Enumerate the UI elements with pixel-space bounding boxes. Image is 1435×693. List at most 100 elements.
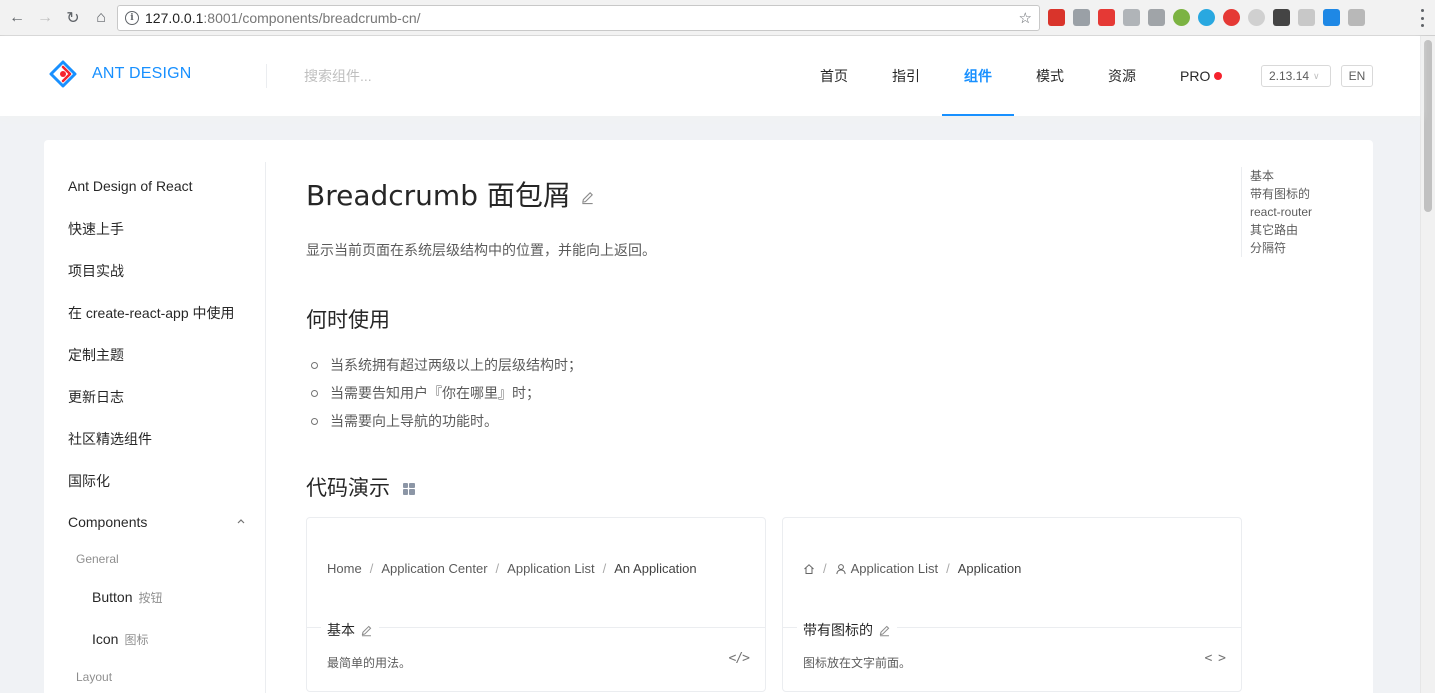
address-bar[interactable]: i 127.0.0.1:8001/components/breadcrumb-c…: [117, 5, 1040, 31]
scrollbar-thumb[interactable]: [1424, 40, 1432, 212]
header-divider: [266, 64, 267, 88]
search-input[interactable]: [304, 64, 564, 88]
bookmark-star-icon[interactable]: ☆: [1019, 9, 1032, 27]
demo-card-basic: Home / Application Center / Application …: [306, 517, 766, 692]
sidebar-item-community[interactable]: 社区精选组件: [68, 429, 152, 449]
toc-link[interactable]: 其它路由: [1250, 221, 1312, 239]
breadcrumb-item[interactable]: Application Center: [381, 561, 487, 576]
extension-icon[interactable]: [1148, 9, 1165, 26]
demo-preview: Home / Application Center / Application …: [307, 518, 765, 628]
sidebar-item-button[interactable]: Button 按钮: [92, 589, 163, 606]
toc-link[interactable]: react-router: [1250, 203, 1312, 221]
extension-icon[interactable]: [1298, 9, 1315, 26]
edit-pencil-icon[interactable]: [580, 190, 595, 205]
menu-item-docs[interactable]: 指引: [870, 36, 942, 116]
sidebar-menu: Ant Design of React 快速上手 项目实战 在 create-r…: [44, 162, 266, 693]
sidebar-item-practical-projects[interactable]: 项目实战: [68, 261, 124, 281]
language-button[interactable]: EN: [1341, 65, 1373, 87]
sidebar-group-layout: Layout: [76, 670, 113, 684]
extension-icon[interactable]: [1273, 9, 1290, 26]
demo-card-with-icon: / Application List / Application 带有图标的 图…: [782, 517, 1242, 692]
menu-item-resources[interactable]: 资源: [1086, 36, 1158, 116]
extension-icon[interactable]: [1223, 9, 1240, 26]
usage-list: 当系统拥有超过两级以上的层级结构时； 当需要告知用户『你在哪里』时； 当需要向上…: [310, 351, 582, 435]
demo-title-text[interactable]: 基本: [327, 620, 355, 640]
section-title-examples-text: 代码演示: [306, 476, 390, 500]
toc-link[interactable]: 基本: [1250, 167, 1312, 185]
sidebar-item-i18n[interactable]: 国际化: [68, 471, 110, 491]
ant-design-logo-icon: [49, 60, 77, 88]
section-title-examples: 代码演示: [306, 472, 416, 502]
extension-icon[interactable]: [1173, 9, 1190, 26]
chevron-up-icon[interactable]: [236, 516, 246, 526]
breadcrumb-item[interactable]: Home: [327, 561, 362, 576]
sidebar-item-icon-cn: 图标: [124, 633, 149, 647]
home-icon[interactable]: ⌂: [90, 7, 112, 29]
menu-item-pro-label: PRO: [1180, 68, 1211, 84]
home-icon[interactable]: [803, 563, 815, 575]
breadcrumb-separator: /: [946, 561, 950, 576]
code-expand-icon[interactable]: < >: [1205, 651, 1227, 666]
url-path: :8001/components/breadcrumb-cn/: [203, 10, 421, 26]
extension-icon[interactable]: [1123, 9, 1140, 26]
sidebar-item-components[interactable]: Components: [68, 514, 147, 530]
browser-menu-icon[interactable]: [1419, 9, 1425, 27]
sidebar-item-ant-design-of-react[interactable]: Ant Design of React: [68, 178, 193, 194]
sidebar-item-customize-theme[interactable]: 定制主题: [68, 345, 124, 365]
extension-icon[interactable]: [1198, 9, 1215, 26]
breadcrumb-separator: /: [823, 561, 827, 576]
extension-icon[interactable]: [1098, 9, 1115, 26]
sidebar-item-getting-started[interactable]: 快速上手: [68, 219, 124, 239]
breadcrumb-separator: /: [369, 561, 374, 576]
breadcrumb-item[interactable]: Application List: [851, 561, 938, 576]
demo-title: 带有图标的: [797, 620, 897, 640]
breadcrumb-item[interactable]: Application List: [507, 561, 594, 576]
page-scrollbar[interactable]: [1420, 36, 1435, 693]
page-title: Breadcrumb 面包屑: [306, 174, 595, 214]
pro-badge-dot: [1214, 72, 1223, 80]
extension-icon[interactable]: [1073, 9, 1090, 26]
sidebar-item-create-react-app[interactable]: 在 create-react-app 中使用: [68, 303, 235, 323]
code-expand-icon[interactable]: </>: [729, 651, 751, 666]
sidebar-item-button-cn: 按钮: [138, 591, 163, 605]
sidebar-item-button-en: Button: [92, 589, 133, 605]
menu-item-patterns[interactable]: 模式: [1014, 36, 1086, 116]
info-icon[interactable]: i: [125, 11, 139, 25]
extensions-bar: [1048, 9, 1365, 26]
extension-icon[interactable]: [1048, 9, 1065, 26]
extension-icon[interactable]: [1248, 9, 1265, 26]
main-menu: 首页 指引 组件 模式 资源 PRO: [798, 36, 1244, 116]
breadcrumb-separator: /: [602, 561, 607, 576]
breadcrumb-item: Application: [957, 561, 1022, 576]
toc-link[interactable]: 带有图标的: [1250, 185, 1312, 203]
section-title-when-to-use: 何时使用: [306, 308, 390, 332]
toc-link[interactable]: 分隔符: [1250, 239, 1312, 257]
list-item: 当系统拥有超过两级以上的层级结构时；: [310, 351, 582, 379]
user-icon: [835, 563, 846, 574]
menu-item-home[interactable]: 首页: [798, 36, 870, 116]
breadcrumb-item: An Application: [614, 561, 697, 576]
chevron-down-icon: ∨: [1313, 70, 1320, 81]
page-title-text: Breadcrumb 面包屑: [306, 179, 571, 212]
forward-arrow-icon[interactable]: →: [34, 7, 56, 29]
reload-icon[interactable]: ↻: [62, 7, 84, 29]
demo-preview: / Application List / Application: [783, 518, 1241, 628]
edit-pencil-icon[interactable]: [878, 624, 891, 637]
edit-pencil-icon[interactable]: [360, 624, 373, 637]
extension-icon[interactable]: [1348, 9, 1365, 26]
demo-title-text[interactable]: 带有图标的: [803, 620, 873, 640]
version-select[interactable]: 2.13.14 ∨: [1261, 65, 1331, 87]
main-content: Ant Design of React 快速上手 项目实战 在 create-r…: [44, 140, 1373, 693]
menu-item-components[interactable]: 组件: [942, 36, 1014, 116]
sidebar-item-icon-en: Icon: [92, 631, 119, 647]
demo-description: 最简单的用法。: [327, 656, 412, 670]
logo[interactable]: ANT DESIGN: [49, 60, 192, 88]
menu-item-pro[interactable]: PRO: [1158, 36, 1244, 116]
back-arrow-icon[interactable]: ←: [6, 7, 28, 29]
version-value: 2.13.14: [1269, 69, 1310, 83]
sidebar-group-general: General: [76, 552, 119, 566]
sidebar-item-changelog[interactable]: 更新日志: [68, 387, 124, 407]
sidebar-item-icon[interactable]: Icon 图标: [92, 631, 148, 648]
expand-grid-icon[interactable]: [402, 482, 416, 496]
extension-icon[interactable]: [1323, 9, 1340, 26]
